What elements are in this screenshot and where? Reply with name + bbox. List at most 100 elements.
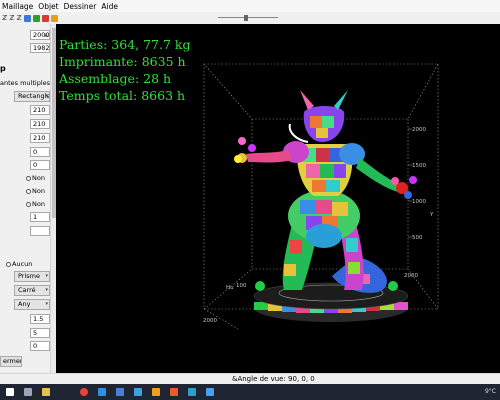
model-patch: [300, 200, 316, 214]
axis-label-y: Y: [429, 212, 434, 218]
toolbar-glyph-2[interactable]: ℤ: [9, 14, 14, 22]
dim-field-5[interactable]: 0: [30, 160, 50, 170]
field-5[interactable]: 5: [30, 328, 50, 338]
close-button[interactable]: ermer: [0, 356, 22, 367]
chrome-icon[interactable]: [80, 388, 88, 396]
stat-imprimante: Imprimante: 8635 h: [59, 54, 186, 69]
tick-label-z-2000: 2000: [412, 127, 426, 133]
model-patch: [348, 262, 360, 274]
toolbar-glyph-3[interactable]: ℤ: [16, 14, 21, 22]
menu-maillage[interactable]: Maillage: [2, 2, 33, 11]
section-letter: p: [0, 64, 6, 73]
origin-marker: [255, 281, 265, 291]
pan-icon[interactable]: [50, 14, 58, 22]
model-patch: [310, 116, 322, 128]
section-heading: antes multiples: [0, 79, 51, 87]
model-ball: [409, 176, 417, 184]
stat-parties: Parties: 364, 77.7 kg: [59, 37, 191, 52]
app-icon-red[interactable]: [170, 388, 178, 396]
menu-dessiner[interactable]: Dessiner: [64, 2, 97, 11]
radio-non-3[interactable]: Non: [26, 200, 45, 208]
model-patch: [332, 202, 348, 216]
refresh-icon[interactable]: [32, 14, 40, 22]
zoom-slider[interactable]: [218, 15, 278, 21]
model-patch: [346, 238, 358, 252]
app-icon-teal[interactable]: [188, 388, 196, 396]
field-1-5[interactable]: 1.5: [30, 314, 50, 324]
tick-label-bottom-2000: 2000: [203, 318, 217, 324]
tick-label-z-500: 500: [412, 235, 423, 241]
model-patch: [316, 128, 328, 138]
radio-dot: [6, 261, 11, 267]
model-ball: [234, 155, 242, 163]
field-2000[interactable]: 2000 ▲: [30, 30, 50, 40]
radio-dot: [26, 188, 31, 194]
radio-dot: [26, 201, 31, 207]
edge-icon[interactable]: [98, 388, 106, 396]
stop-icon[interactable]: [41, 14, 49, 22]
radio-dot: [26, 175, 31, 181]
origin-marker: [388, 281, 398, 291]
file-explorer-icon[interactable]: [42, 388, 50, 396]
model-patch: [312, 180, 326, 192]
model-ball: [404, 191, 412, 199]
menu-aide[interactable]: Aide: [101, 2, 118, 11]
radio-non-1[interactable]: Non: [26, 174, 45, 182]
radio-non-2[interactable]: Non: [26, 187, 45, 195]
model-patch: [322, 116, 334, 128]
field-0[interactable]: 0: [30, 341, 50, 351]
select-any[interactable]: Any ▾: [14, 299, 50, 310]
start-icon[interactable]: [6, 388, 14, 396]
tick-label-x-100: 100: [236, 283, 247, 289]
dim-field-3[interactable]: 210: [30, 133, 50, 143]
field-blank[interactable]: [30, 226, 50, 236]
select-carre[interactable]: Carré ▾: [14, 285, 50, 296]
model-ball: [391, 177, 399, 185]
tick-label-z-1500: 1500: [412, 163, 426, 169]
dim-field-2[interactable]: 210: [30, 119, 50, 129]
model-patch: [284, 264, 296, 276]
model-patch: [290, 240, 302, 254]
menu-objet[interactable]: Objet: [38, 2, 58, 11]
task-view-icon[interactable]: [24, 388, 32, 396]
field-1982[interactable]: 1982: [30, 43, 50, 53]
app-icon-orange[interactable]: [152, 388, 160, 396]
app-icon-light-blue[interactable]: [206, 388, 214, 396]
field-count[interactable]: 1: [30, 212, 50, 222]
toolbar-glyph-1[interactable]: ℤ: [2, 14, 7, 22]
3d-viewport[interactable]: 2000 1500 1000 500 Y 2000 100 Hu 2000 Pa…: [56, 24, 500, 373]
model-ball: [238, 137, 246, 145]
stat-temps-total: Temps total: 8663 h: [59, 88, 186, 103]
tick-label-z-1000: 1000: [412, 199, 426, 205]
zoom-slider-thumb[interactable]: [244, 15, 248, 21]
status-bar: &Angle de vue: 90, 0, 0: [0, 373, 500, 384]
dim-field-1[interactable]: 210: [30, 105, 50, 115]
model-ear-right: [334, 90, 348, 110]
model-belly: [306, 224, 342, 248]
select-prisme[interactable]: Prisme ▾: [14, 271, 50, 282]
model-patch: [334, 164, 346, 178]
app-icon-cyan[interactable]: [134, 388, 142, 396]
view-angle-status: &Angle de vue: 90, 0, 0: [232, 375, 315, 383]
weather-tray[interactable]: 9°C: [485, 388, 496, 395]
dim-field-4[interactable]: 0: [30, 147, 50, 157]
model-patch: [326, 180, 340, 192]
radio-aucun[interactable]: Aucun: [6, 260, 32, 268]
model-ball: [248, 144, 256, 152]
shape-select[interactable]: Rectangle ▾: [14, 91, 50, 102]
taskbar: 9°C: [0, 384, 500, 400]
3d-model-figure: [234, 90, 417, 293]
model-patch: [306, 164, 320, 178]
app-icon-blue[interactable]: [116, 388, 124, 396]
model-arm-right: [356, 158, 400, 192]
model-stats: Parties: 364, 77.7 kg Imprimante: 8635 h…: [59, 36, 190, 104]
rotate-icon[interactable]: [23, 14, 31, 22]
zoom-slider-track: [218, 17, 278, 18]
model-patch: [316, 200, 332, 214]
toolbar: ℤ ℤ ℤ: [0, 12, 500, 24]
base-disc: [253, 282, 409, 322]
left-panel: 2000 ▲ 1982 p antes multiples Rectangle ▾ …: [0, 24, 56, 373]
model-patch: [316, 148, 330, 162]
menu-bar: Maillage Objet Dessiner Aide: [0, 0, 500, 12]
axis-label-hu: Hu: [226, 285, 234, 291]
